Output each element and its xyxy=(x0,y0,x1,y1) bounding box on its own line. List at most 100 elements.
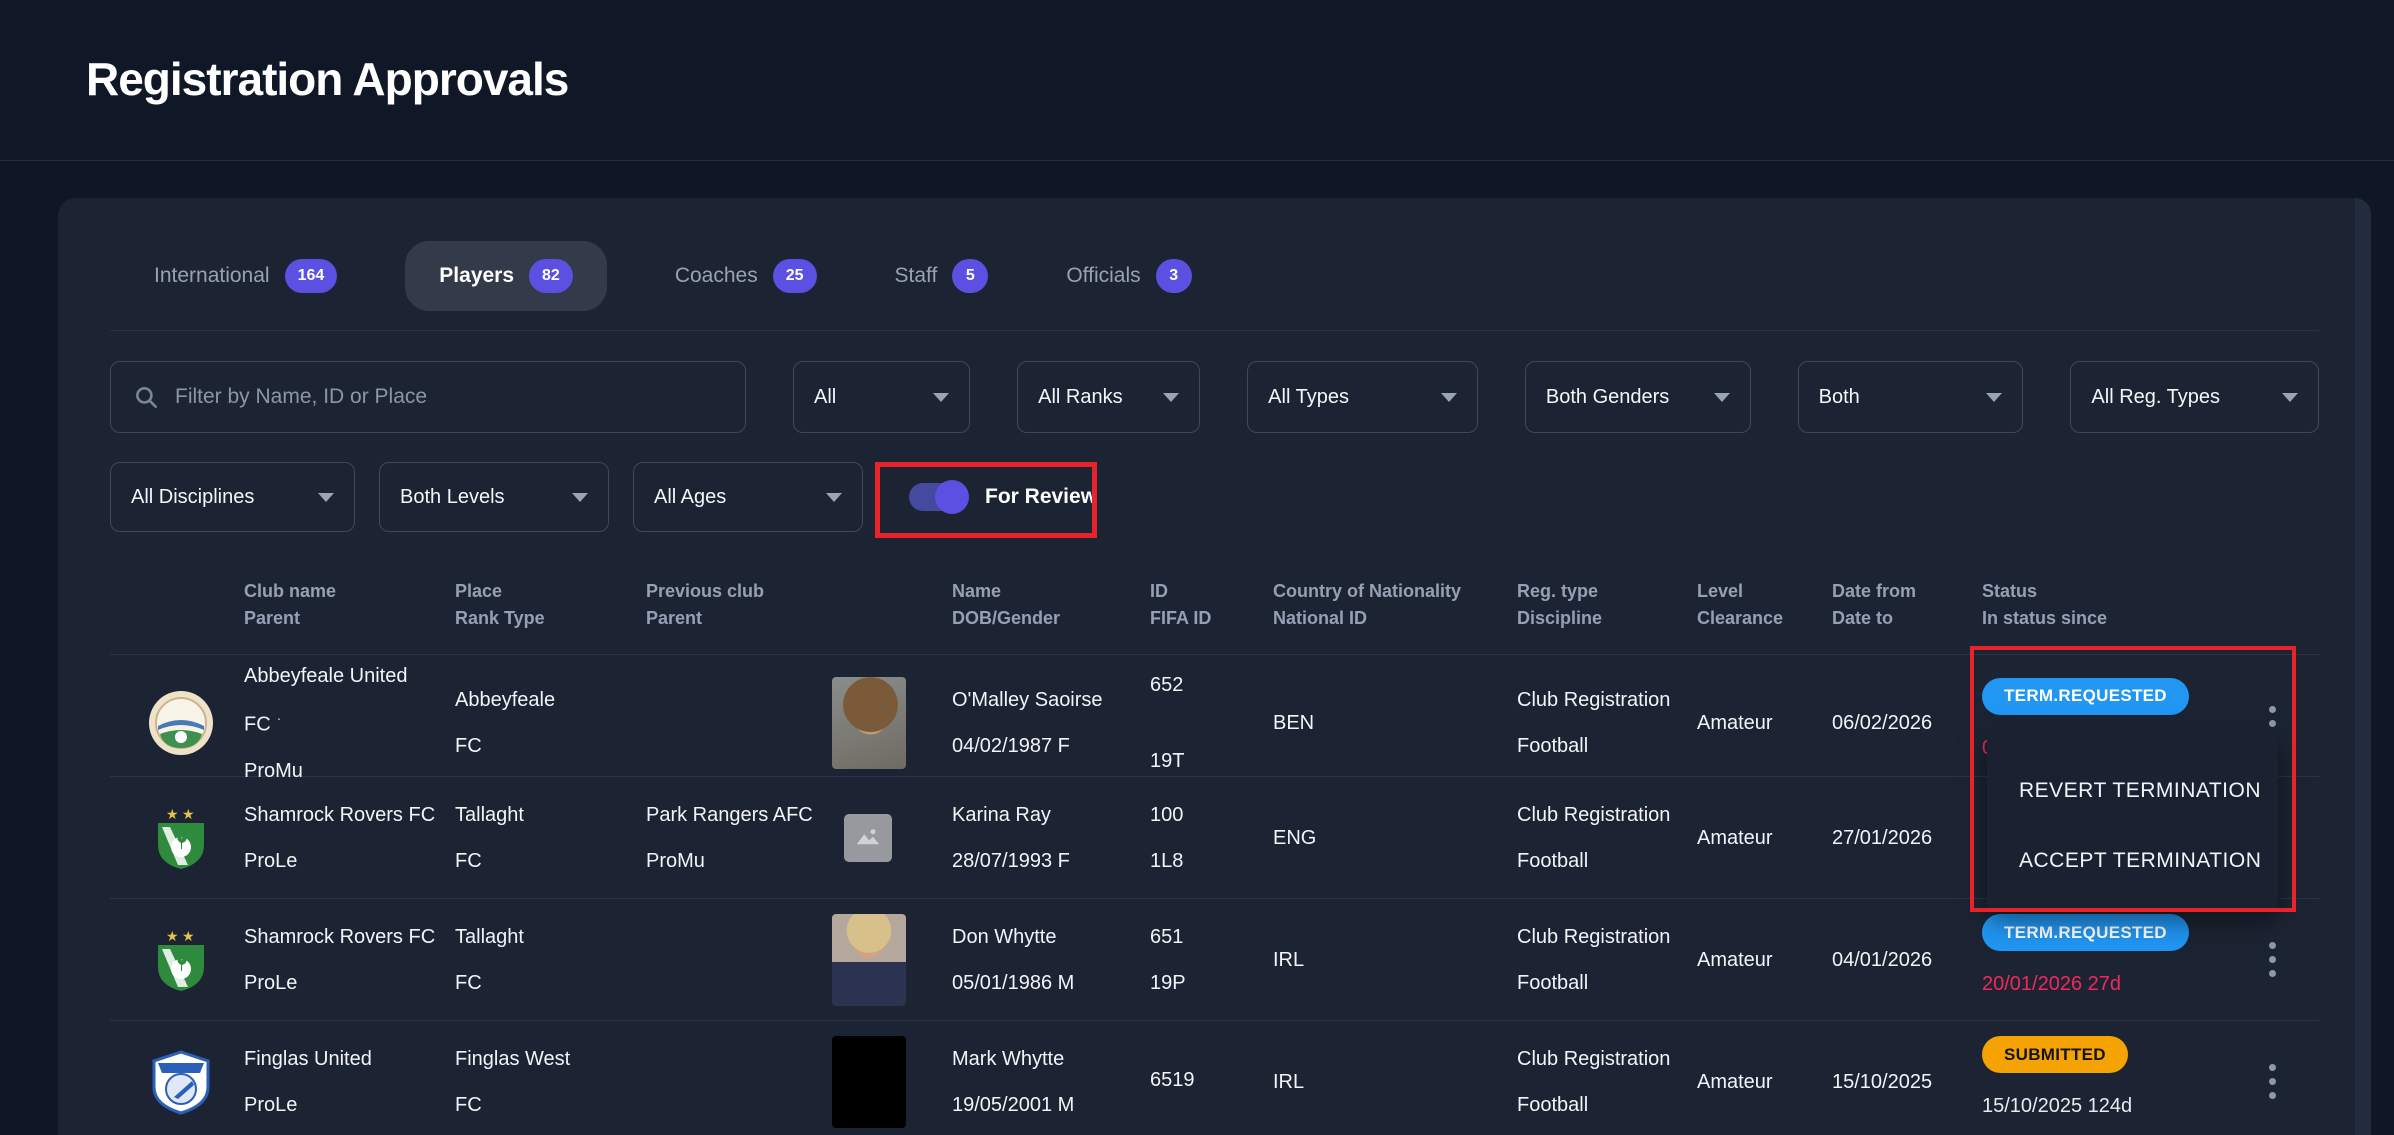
header-actions-spacer xyxy=(2250,572,2330,654)
row-actions-menu-button[interactable] xyxy=(2250,942,2330,977)
club-logo-abbeyfeale xyxy=(110,690,244,756)
reg-type-cell: Club Registration Football xyxy=(1517,794,1697,882)
header-club: Club nameParent xyxy=(244,572,455,654)
player-photo xyxy=(832,1036,952,1128)
chevron-down-icon xyxy=(318,493,334,502)
place-cell: Tallaght FC xyxy=(455,916,646,1004)
menu-item-accept-termination[interactable]: ACCEPT TERMINATION xyxy=(1987,826,2278,896)
club-logo-shamrock: ★★ xyxy=(110,805,244,871)
dropdown-ranks[interactable]: All Ranks xyxy=(1017,361,1200,433)
header-level: LevelClearance xyxy=(1697,572,1832,654)
dropdown-levels[interactable]: Both Levels xyxy=(379,462,609,532)
header-id: IDFIFA ID xyxy=(1150,572,1273,654)
toggle-knob xyxy=(935,480,969,514)
level-cell: Amateur xyxy=(1697,817,1832,859)
country-cell: IRL xyxy=(1273,1061,1517,1103)
dropdown-types[interactable]: All Types xyxy=(1247,361,1478,433)
in-status-since: 15/10/2025 124d xyxy=(1982,1085,2236,1127)
chevron-down-icon xyxy=(1163,393,1179,402)
tab-staff-count: 5 xyxy=(952,259,988,293)
tab-staff[interactable]: Staff 5 xyxy=(885,241,999,311)
status-cell: TERM.REQUESTED 20/01/2026 27d xyxy=(1982,914,2250,1005)
player-photo-placeholder xyxy=(832,814,952,862)
chevron-down-icon xyxy=(1714,393,1730,402)
for-review-label: For Review xyxy=(985,485,1097,509)
dropdown-ages[interactable]: All Ages xyxy=(633,462,863,532)
header-status: StatusIn status since xyxy=(1982,572,2250,654)
page-title: Registration Approvals xyxy=(86,52,568,106)
status-cell: SUBMITTED 15/10/2025 124d xyxy=(1982,1036,2250,1127)
in-status-since: 20/01/2026 27d xyxy=(1982,963,2236,1005)
svg-text:★: ★ xyxy=(182,806,195,822)
country-cell: BEN xyxy=(1273,702,1517,744)
place-cell: Finglas West FC xyxy=(455,1038,646,1126)
previous-club-cell: Park Rangers AFC ProMu xyxy=(646,794,832,882)
status-badge: TERM.REQUESTED xyxy=(1982,914,2189,951)
tab-international-count: 164 xyxy=(285,259,338,293)
termination-context-menu: REVERT TERMINATION ACCEPT TERMINATION xyxy=(1987,732,2278,910)
search-box[interactable] xyxy=(110,361,746,433)
svg-text:★: ★ xyxy=(166,928,179,944)
date-from-cell: 06/02/2026 xyxy=(1832,702,1982,744)
toggle-track[interactable] xyxy=(909,483,967,511)
tab-international[interactable]: International 164 xyxy=(144,241,347,311)
header-name: NameDOB/Gender xyxy=(952,572,1150,654)
club-cell: Shamrock Rovers FC ProLe xyxy=(244,916,455,1004)
svg-text:★: ★ xyxy=(166,806,179,822)
header-spacer xyxy=(110,572,244,654)
tab-players[interactable]: Players 82 xyxy=(405,241,607,311)
club-note-dot: · xyxy=(277,710,282,726)
chevron-down-icon xyxy=(2282,393,2298,402)
name-cell: O'Malley Saoirse 04/02/1987 F xyxy=(952,679,1150,767)
dropdown-reg-types[interactable]: All Reg. Types xyxy=(2070,361,2319,433)
status-badge: SUBMITTED xyxy=(1982,1036,2128,1073)
tab-coaches[interactable]: Coaches 25 xyxy=(665,241,827,311)
vertical-scrollbar[interactable] xyxy=(2355,198,2371,1135)
for-review-toggle[interactable]: For Review xyxy=(909,483,1097,511)
tab-players-count: 82 xyxy=(529,259,573,293)
filter-row-1: All All Ranks All Types Both Genders Bot… xyxy=(110,361,2319,433)
reg-type-cell: Club Registration Football xyxy=(1517,679,1697,767)
date-from-cell: 04/01/2026 xyxy=(1832,939,1982,981)
filter-row-2: All Disciplines Both Levels All Ages For… xyxy=(110,462,2319,532)
date-from-cell: 15/10/2025 xyxy=(1832,1061,1982,1103)
dropdown-all[interactable]: All xyxy=(793,361,970,433)
search-input[interactable] xyxy=(175,385,723,409)
tab-officials-count: 3 xyxy=(1156,259,1192,293)
place-cell: Abbeyfeale FC xyxy=(455,679,646,767)
level-cell: Amateur xyxy=(1697,1061,1832,1103)
status-badge: TERM.REQUESTED xyxy=(1982,678,2189,715)
chevron-down-icon xyxy=(933,393,949,402)
menu-item-revert-termination[interactable]: REVERT TERMINATION xyxy=(1987,756,2278,826)
club-cell: Finglas United ProLe xyxy=(244,1038,455,1126)
chevron-down-icon xyxy=(1441,393,1457,402)
row-actions-menu-button[interactable] xyxy=(2250,1064,2330,1099)
dropdown-genders[interactable]: Both Genders xyxy=(1525,361,1751,433)
tab-bar: International 164 Players 82 Coaches 25 … xyxy=(110,240,2319,312)
player-photo xyxy=(832,677,952,769)
place-cell: Tallaght FC xyxy=(455,794,646,882)
dropdown-both[interactable]: Both xyxy=(1798,361,2024,433)
name-cell: Karina Ray 28/07/1993 F xyxy=(952,794,1150,882)
dropdown-disciplines[interactable]: All Disciplines xyxy=(110,462,355,532)
reg-type-cell: Club Registration Football xyxy=(1517,916,1697,1004)
player-photo xyxy=(832,914,952,1006)
header-place: PlaceRank Type xyxy=(455,572,646,654)
tab-officials[interactable]: Officials 3 xyxy=(1056,241,1201,311)
header-previous-club: Previous clubParent xyxy=(646,572,832,654)
header-date: Date fromDate to xyxy=(1832,572,1982,654)
date-from-cell: 27/01/2026 xyxy=(1832,817,1982,859)
club-cell: Abbeyfeale United FC· ProMu xyxy=(244,655,455,792)
country-cell: ENG xyxy=(1273,817,1517,859)
table-row[interactable]: Finglas United ProLe Finglas West FC Mar… xyxy=(110,1021,2319,1135)
chevron-down-icon xyxy=(826,493,842,502)
top-bar: Registration Approvals xyxy=(0,0,2394,161)
club-logo-finglas xyxy=(110,1049,244,1115)
id-cell: 100 1L8 xyxy=(1150,794,1273,882)
level-cell: Amateur xyxy=(1697,939,1832,981)
search-icon xyxy=(133,384,159,410)
id-cell: 651 19P xyxy=(1150,916,1273,1004)
table-row[interactable]: ★★ Shamrock Rovers FC ProLe Tallaght FC … xyxy=(110,899,2319,1021)
content-panel: International 164 Players 82 Coaches 25 … xyxy=(58,198,2371,1135)
header-photo-spacer xyxy=(832,572,952,654)
